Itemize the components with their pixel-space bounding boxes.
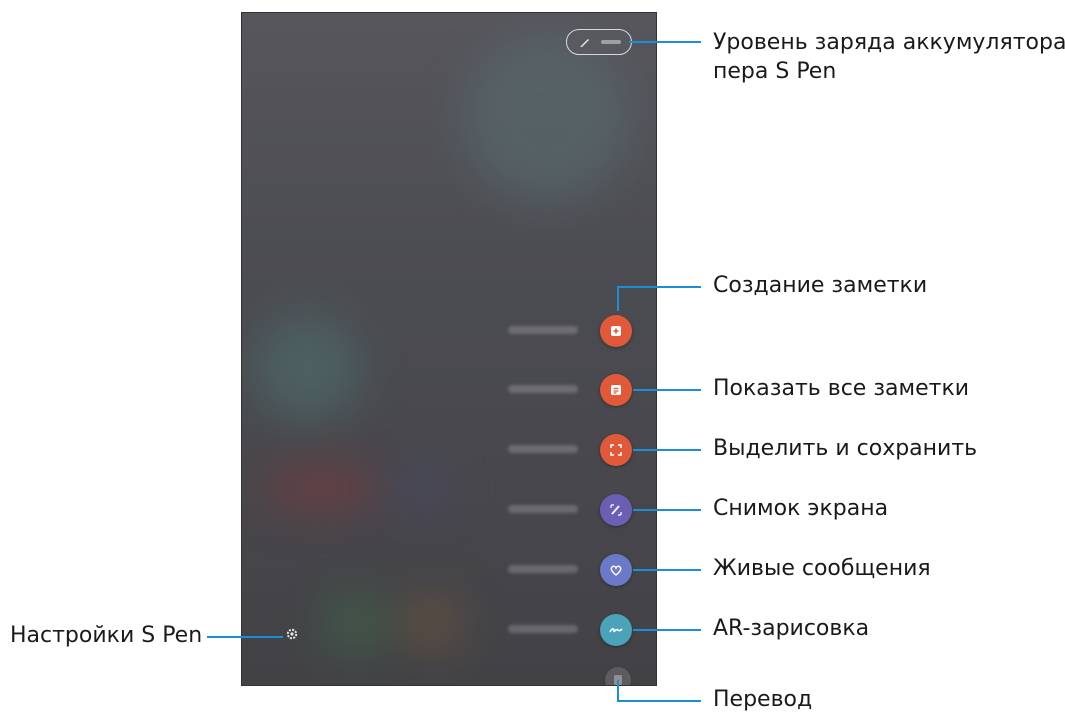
battery-label-line1: Уровень заряда аккумулятора bbox=[713, 30, 1065, 55]
create-note-button[interactable] bbox=[600, 315, 632, 347]
ar-doodle-label: AR-зарисовка bbox=[713, 616, 870, 641]
callout-translate bbox=[617, 700, 701, 702]
create-note-label: Создание заметки bbox=[713, 273, 928, 298]
callout-battery bbox=[629, 41, 701, 43]
smart-select-label: Выделить и сохранить bbox=[713, 436, 978, 461]
callout-create-note bbox=[617, 286, 701, 288]
gear-icon[interactable] bbox=[286, 628, 298, 640]
callout-settings bbox=[207, 636, 283, 638]
pen-battery-indicator bbox=[566, 29, 632, 55]
battery-label-line2: пера S Pen bbox=[713, 59, 837, 84]
translate-label: Перевод bbox=[713, 687, 813, 712]
smart-select-button[interactable] bbox=[600, 434, 632, 466]
phone-screen bbox=[241, 12, 657, 686]
menu-label-placeholder bbox=[508, 505, 578, 513]
live-message-button[interactable] bbox=[600, 554, 632, 586]
view-all-notes-button[interactable] bbox=[600, 374, 632, 406]
callout-view-all-notes bbox=[633, 389, 701, 391]
menu-row-smart-select[interactable] bbox=[242, 430, 656, 470]
pen-battery-icon bbox=[580, 39, 589, 47]
background-blur bbox=[462, 33, 632, 203]
menu-row-ar-doodle[interactable] bbox=[242, 610, 656, 650]
menu-label-placeholder bbox=[508, 326, 578, 334]
menu-row-view-all-notes[interactable] bbox=[242, 370, 656, 410]
callout-live-message bbox=[633, 569, 701, 571]
callout-screen-write bbox=[633, 509, 701, 511]
callout-create-note-v bbox=[617, 287, 619, 311]
create-note-icon bbox=[611, 326, 621, 336]
settings-label: Настройки S Pen bbox=[10, 623, 203, 648]
menu-label-placeholder bbox=[508, 625, 578, 633]
menu-label-placeholder bbox=[508, 385, 578, 393]
menu-row-live-message[interactable] bbox=[242, 550, 656, 590]
callout-ar-doodle bbox=[633, 629, 701, 631]
screen-write-icon bbox=[610, 504, 622, 516]
smart-select-icon bbox=[610, 444, 622, 456]
menu-row-screen-write[interactable] bbox=[242, 490, 656, 530]
screen-write-button[interactable] bbox=[600, 494, 632, 526]
ar-doodle-button[interactable] bbox=[600, 614, 632, 646]
menu-label-placeholder bbox=[508, 565, 578, 573]
view-all-notes-label: Показать все заметки bbox=[713, 376, 970, 401]
live-message-label: Живые сообщения bbox=[713, 556, 931, 581]
menu-label-placeholder bbox=[508, 445, 578, 453]
callout-translate-v bbox=[617, 680, 619, 701]
callout-smart-select bbox=[633, 449, 701, 451]
menu-row-create-note[interactable] bbox=[242, 311, 656, 351]
notes-list-icon bbox=[611, 385, 621, 395]
heart-icon bbox=[610, 565, 622, 576]
screen-write-label: Снимок экрана bbox=[713, 496, 889, 521]
ar-doodle-icon bbox=[609, 628, 623, 633]
battery-level-bar bbox=[601, 40, 621, 44]
